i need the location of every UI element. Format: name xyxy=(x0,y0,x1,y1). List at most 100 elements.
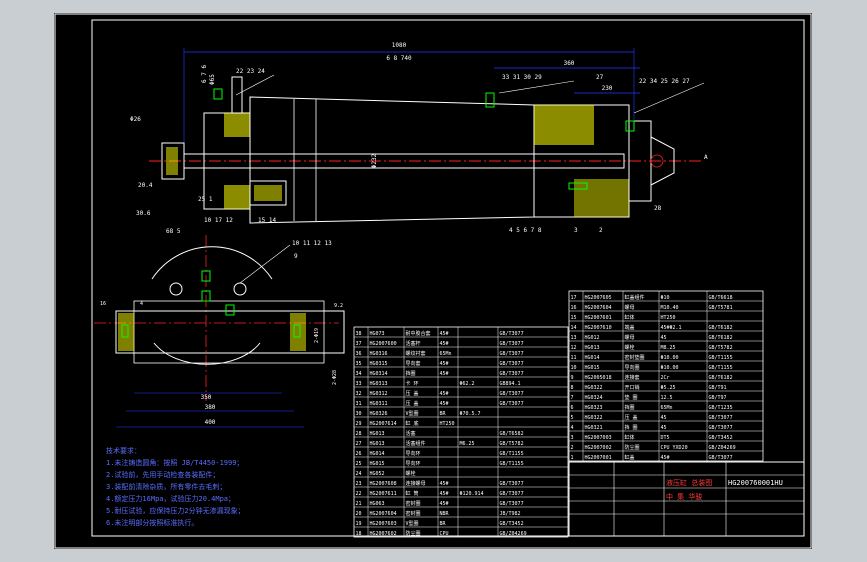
parts-cell: HG0321 xyxy=(585,425,603,431)
parts-cell: Φ62.2 xyxy=(460,381,475,387)
parts-cell: HG2007601 xyxy=(585,315,612,321)
overall-length-text: 1080 xyxy=(392,42,407,49)
parts-cell: GB/T3077 xyxy=(500,371,524,377)
parts-cell: 20 xyxy=(356,511,362,517)
balloon-flange-left: 6 7 6 xyxy=(201,65,208,83)
parts-list-left: 38 HG073 耐中胶合套 45# GB/T3077 37 HG2007600 活塞杆 45#… xyxy=(353,326,569,538)
parts-cell: 2Cr xyxy=(661,375,670,381)
balloon-top-far: 22 34 25 26 27 xyxy=(639,78,690,85)
parts-cell: 螺母 xyxy=(625,304,635,311)
parts-cell: 36 xyxy=(356,351,362,357)
parts-cell: GB/T1155 xyxy=(709,355,733,361)
parts-cell: 导向环 xyxy=(406,460,421,467)
parts-cell: GB/Z04269 xyxy=(500,531,527,537)
cylinder-barrel xyxy=(249,96,535,224)
parts-cell: 垫 圈 xyxy=(625,394,638,401)
parts-cell: 3 xyxy=(571,435,574,441)
parts-cell: 45# xyxy=(440,361,449,367)
parts-cell: HG0322 xyxy=(585,415,603,421)
balloon-bottom-left1: 10 17 12 xyxy=(204,217,233,224)
base-overall-text: 380 xyxy=(205,404,216,411)
parts-cell: 缸 底 xyxy=(406,420,419,427)
parts-table-frame xyxy=(353,326,569,538)
parts-cell: GB/T91 xyxy=(709,385,727,391)
parts-cell: HG0311 xyxy=(370,401,388,407)
parts-cell: 挡圈 xyxy=(625,404,635,411)
balloon-top-left: 22 23 24 xyxy=(236,68,265,75)
parts-cell: 防尘圈 xyxy=(625,444,640,451)
parts-cell: HG0314 xyxy=(370,371,388,377)
parts-cell: HG0322 xyxy=(585,385,603,391)
balloon-view-top: 10 11 12 13 xyxy=(292,240,332,247)
parts-cell: 卡 环 xyxy=(406,380,419,387)
parts-cell: 37 xyxy=(356,341,362,347)
parts-cell: HT250 xyxy=(661,315,676,321)
parts-cell: 防尘圈 xyxy=(406,530,421,537)
parts-cell: 45 xyxy=(661,335,667,341)
parts-cell: BR xyxy=(440,411,447,417)
parts-cell: 65Mn xyxy=(440,351,452,357)
parts-cell: HG2007605 xyxy=(585,295,612,301)
parts-cell: 12.5 xyxy=(661,395,673,401)
parts-cell: 22 xyxy=(356,491,362,497)
parts-cell: Φ120.914 xyxy=(460,491,484,497)
bottom-c-text: 25 1 xyxy=(198,196,213,203)
parts-cell: HG073 xyxy=(370,331,385,337)
parts-cell: HT250 xyxy=(440,421,455,427)
parts-cell: Φ10.00 xyxy=(661,365,679,371)
port-green-3 xyxy=(225,304,235,316)
parts-cell: 挡圈 xyxy=(406,370,416,377)
parts-cell: DT5 xyxy=(661,435,670,441)
parts-cell: 螺纹衬套 xyxy=(406,350,426,357)
note-3: 3.装配前清除杂质，所有零件去毛刺； xyxy=(106,482,226,491)
parts-cell: GB/T6182 xyxy=(709,325,733,331)
parts-cell: 压 盖 xyxy=(406,400,419,407)
parts-cell: 15 xyxy=(571,315,577,321)
parts-cell: HG013 xyxy=(585,345,600,351)
parts-cell: HG014 xyxy=(370,451,385,457)
callout-a: A xyxy=(704,154,708,161)
side-d-text: 16 xyxy=(100,301,106,307)
parts-cell: 2 xyxy=(571,445,574,451)
parts-cell: 连接螺母 xyxy=(406,480,426,487)
drawing-number: HG200760001HU xyxy=(728,479,783,487)
parts-cell: GB894.1 xyxy=(500,381,521,387)
parts-cell: 29 xyxy=(356,421,362,427)
parts-cell: 45# xyxy=(440,401,449,407)
base-width-text: 350 xyxy=(201,394,212,401)
parts-cell: 压 盖 xyxy=(406,390,419,397)
bottom-a-text: 30.6 xyxy=(136,210,151,217)
parts-cell: M10.40 xyxy=(661,305,679,311)
parts-cell: HG2007611 xyxy=(370,491,397,497)
parts-cell: GB/T5782 xyxy=(709,345,733,351)
parts-cell: HG013 xyxy=(370,431,385,437)
front-gland xyxy=(231,76,243,114)
parts-cell: GB/T3077 xyxy=(500,501,524,507)
drawing-sheet: 1080 6 8 740 360 230 Φ232 Φ26 20.4 Φ65 3… xyxy=(54,13,812,549)
front-gland-part xyxy=(213,88,223,100)
parts-cell: GB/T3077 xyxy=(500,391,524,397)
balloon-bottom-single: 2 xyxy=(599,227,603,234)
parts-list-right: 17 HG2007605 缸盖组件 Φ10 GB/T661816 HG2007604 螺母 M… xyxy=(568,290,764,462)
parts-cell: HG2007614 xyxy=(370,421,397,427)
parts-cell: 38 xyxy=(356,331,362,337)
front-head-hatch-bottom xyxy=(224,185,250,209)
parts-cell: HG063 xyxy=(370,501,385,507)
rod-eye-hatch xyxy=(166,147,178,175)
bottom-hatch-bot xyxy=(574,179,629,217)
parts-cell: GB/T5781 xyxy=(709,305,733,311)
end-view-hatch-left xyxy=(118,313,134,351)
parts-cell: 活塞杆 xyxy=(406,340,421,347)
parts-cell: 24 xyxy=(356,471,362,477)
parts-cell: 45# xyxy=(440,501,449,507)
parts-cell: 17 xyxy=(571,295,577,301)
front-head-hatch-top xyxy=(224,113,250,137)
parts-cell: GB/T3077 xyxy=(500,361,524,367)
parts-cell: HG2007602 xyxy=(370,531,397,537)
parts-cell: HG015 xyxy=(585,365,600,371)
side-a-text: 9.2 xyxy=(334,303,343,309)
parts-cell: 4 xyxy=(571,425,574,431)
parts-cell: HG2007001 xyxy=(585,455,612,461)
parts-cell: 45 xyxy=(661,425,667,431)
parts-cell: 28 xyxy=(356,431,362,437)
